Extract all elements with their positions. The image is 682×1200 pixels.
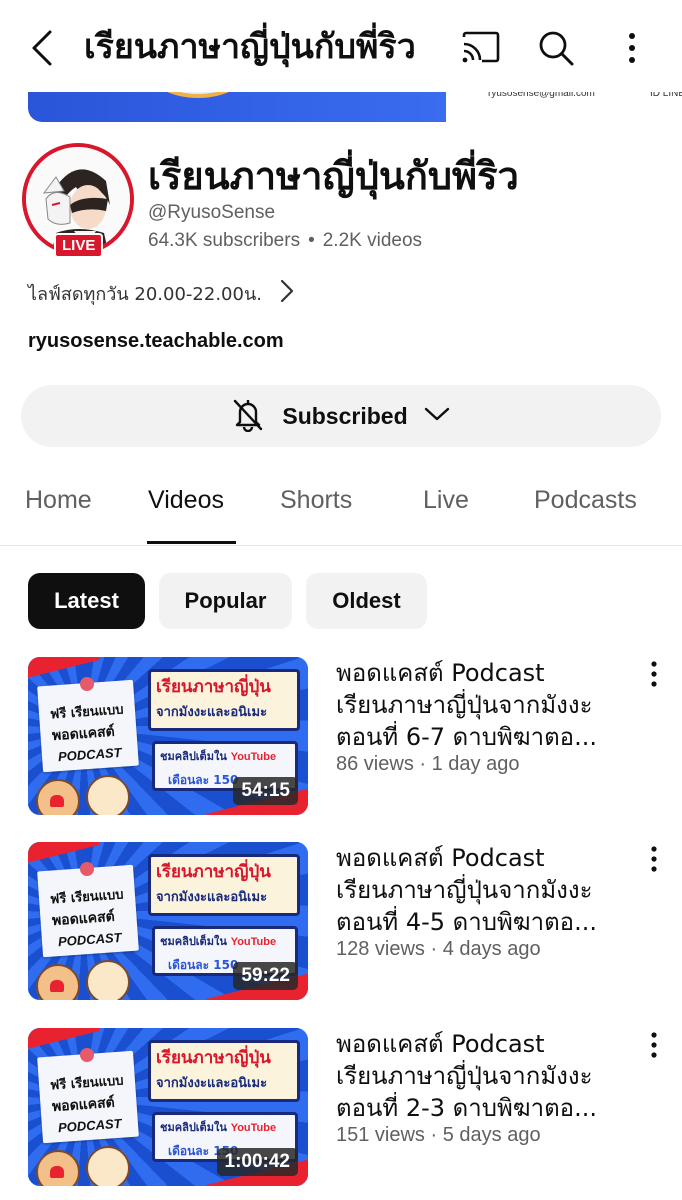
upload-age: 4 days ago bbox=[442, 938, 541, 960]
thumbnail-text: จากมังงะและอนิเมะ bbox=[156, 705, 268, 720]
video-title[interactable]: พอดแคสต์ Podcast เรียนภาษาญี่ปุ่นจากมังง… bbox=[336, 842, 632, 938]
thumbnail-text: เรียนภาษาญี่ปุ่น bbox=[156, 862, 271, 882]
video-thumbnail[interactable]: ฟรี เรียนแบบ พอดแคสต์ PODCAST เรียนภาษาญ… bbox=[28, 657, 308, 815]
thumbnail-text: เดือนละ 150 bbox=[168, 773, 239, 787]
cat-mascot-icon bbox=[86, 775, 130, 815]
cast-icon[interactable] bbox=[458, 28, 502, 68]
channel-name: เรียนภาษาญี่ปุ่นกับพี่ริว bbox=[148, 154, 519, 198]
channel-tabs: Home Videos Shorts Live Podcasts bbox=[0, 470, 682, 546]
channel-description[interactable]: ไลฟ์สดทุกวัน 20.00-22.00น. bbox=[28, 276, 294, 310]
channel-stats: 64.3K subscribers • 2.2K videos bbox=[148, 230, 422, 252]
cat-mascot-icon bbox=[86, 1146, 130, 1186]
top-app-bar: เรียนภาษาญี่ปุ่นกับพี่ริว bbox=[0, 0, 682, 92]
thumbnail-text: พอดแคสต์ bbox=[51, 908, 116, 930]
meta-separator: · bbox=[424, 938, 443, 960]
cat-mascot-icon bbox=[86, 960, 130, 1000]
video-title[interactable]: พอดแคสต์ Podcast เรียนภาษาญี่ปุ่นจากมังง… bbox=[336, 1028, 632, 1124]
pin-icon bbox=[80, 677, 94, 691]
back-arrow-icon[interactable] bbox=[22, 26, 62, 70]
video-title-line: ตอนที่ 4-5 ดาบพิฆาตอ... bbox=[336, 908, 597, 936]
thumbnail-text: ชมคลิปเต็มใน YouTube bbox=[160, 750, 277, 763]
video-title-line: เรียนภาษาญี่ปุ่นจากมังงะ bbox=[336, 1062, 593, 1090]
video-count: 2.2K videos bbox=[322, 230, 423, 251]
heart-icon bbox=[50, 1166, 64, 1178]
more-vertical-icon[interactable] bbox=[640, 659, 668, 689]
meta-separator: · bbox=[424, 1124, 443, 1146]
video-title-line: เรียนภาษาญี่ปุ่นจากมังงะ bbox=[336, 876, 593, 904]
video-item[interactable]: ฟรี เรียนแบบ พอดแคสต์ PODCAST เรียนภาษาญ… bbox=[0, 657, 682, 817]
thumbnail-text: เดือนละ 150 bbox=[168, 958, 239, 972]
pin-icon bbox=[80, 862, 94, 876]
video-meta: 128 views · 4 days ago bbox=[336, 938, 541, 961]
heart-icon bbox=[50, 795, 64, 807]
topbar-title: เรียนภาษาญี่ปุ่นกับพี่ริว bbox=[84, 27, 416, 67]
video-title-line: ตอนที่ 2-3 ดาบพิฆาตอ... bbox=[336, 1094, 597, 1122]
upload-age: 5 days ago bbox=[442, 1124, 541, 1146]
heart-icon bbox=[50, 980, 64, 992]
subscriber-count: 64.3K subscribers bbox=[148, 230, 301, 251]
description-text: ไลฟ์สดทุกวัน 20.00-22.00น. bbox=[28, 283, 262, 305]
video-thumbnail[interactable]: ฟรี เรียนแบบ พอดแคสต์ PODCAST เรียนภาษาญ… bbox=[28, 842, 308, 1000]
live-badge: LIVE bbox=[54, 233, 104, 258]
video-meta: 86 views · 1 day ago bbox=[336, 753, 519, 776]
thumbnail-text: เรียนภาษาญี่ปุ่น bbox=[156, 1048, 271, 1068]
chevron-right-icon bbox=[280, 279, 294, 307]
channel-handle: @RyusoSense bbox=[148, 202, 276, 223]
view-count: 86 views bbox=[336, 753, 414, 775]
video-duration: 1:00:42 bbox=[216, 1148, 298, 1176]
video-title-line: พอดแคสต์ Podcast bbox=[336, 1030, 545, 1058]
chip-oldest[interactable]: Oldest bbox=[306, 573, 427, 629]
chip-latest[interactable]: Latest bbox=[28, 573, 145, 629]
thumbnail-text: พอดแคสต์ bbox=[51, 723, 116, 745]
search-icon[interactable] bbox=[534, 26, 578, 70]
tab-home[interactable]: Home bbox=[25, 486, 92, 515]
active-tab-indicator bbox=[147, 541, 236, 544]
channel-link[interactable]: ryusosense.teachable.com bbox=[28, 330, 284, 353]
thumbnail-text: ชมคลิปเต็มใน YouTube bbox=[160, 1121, 277, 1134]
video-item[interactable]: ฟรี เรียนแบบ พอดแคสต์ PODCAST เรียนภาษาญ… bbox=[0, 1028, 682, 1188]
tab-videos[interactable]: Videos bbox=[148, 486, 224, 515]
video-title-line: พอดแคสต์ Podcast bbox=[336, 844, 545, 872]
more-vertical-icon[interactable] bbox=[612, 26, 652, 70]
stats-separator: • bbox=[308, 230, 315, 251]
tab-shorts[interactable]: Shorts bbox=[280, 486, 352, 515]
subscribed-button[interactable]: Subscribed bbox=[21, 385, 661, 447]
thumbnail-text: จากมังงะและอนิเมะ bbox=[156, 890, 268, 905]
subscribe-label: Subscribed bbox=[282, 402, 408, 429]
chip-popular[interactable]: Popular bbox=[159, 573, 292, 629]
tab-podcasts[interactable]: Podcasts bbox=[534, 486, 637, 515]
upload-age: 1 day ago bbox=[431, 753, 520, 775]
view-count: 128 views bbox=[336, 938, 425, 960]
bell-off-icon bbox=[232, 396, 264, 436]
more-vertical-icon[interactable] bbox=[640, 844, 668, 874]
thumbnail-text: จากมังงะและอนิเมะ bbox=[156, 1076, 268, 1091]
view-count: 151 views bbox=[336, 1124, 425, 1146]
tab-live[interactable]: Live bbox=[423, 486, 469, 515]
video-title-line: เรียนภาษาญี่ปุ่นจากมังงะ bbox=[336, 691, 593, 719]
video-meta: 151 views · 5 days ago bbox=[336, 1124, 541, 1147]
channel-avatar[interactable]: LIVE bbox=[22, 143, 134, 258]
meta-separator: · bbox=[413, 753, 432, 775]
thumbnail-text: เรียนภาษาญี่ปุ่น bbox=[156, 677, 271, 697]
chevron-down-icon bbox=[424, 406, 450, 426]
pin-icon bbox=[80, 1048, 94, 1062]
video-item[interactable]: ฟรี เรียนแบบ พอดแคสต์ PODCAST เรียนภาษาญ… bbox=[0, 842, 682, 1002]
video-title-line: พอดแคสต์ Podcast bbox=[336, 659, 545, 687]
more-vertical-icon[interactable] bbox=[640, 1030, 668, 1060]
video-thumbnail[interactable]: ฟรี เรียนแบบ พอดแคสต์ PODCAST เรียนภาษาญ… bbox=[28, 1028, 308, 1186]
thumbnail-text: ชมคลิปเต็มใน YouTube bbox=[160, 935, 277, 948]
video-title-line: ตอนที่ 6-7 ดาบพิฆาตอ... bbox=[336, 723, 597, 751]
thumbnail-text: พอดแคสต์ bbox=[51, 1094, 116, 1116]
video-duration: 54:15 bbox=[233, 777, 298, 805]
video-title[interactable]: พอดแคสต์ Podcast เรียนภาษาญี่ปุ่นจากมังง… bbox=[336, 657, 632, 753]
video-duration: 59:22 bbox=[233, 962, 298, 990]
